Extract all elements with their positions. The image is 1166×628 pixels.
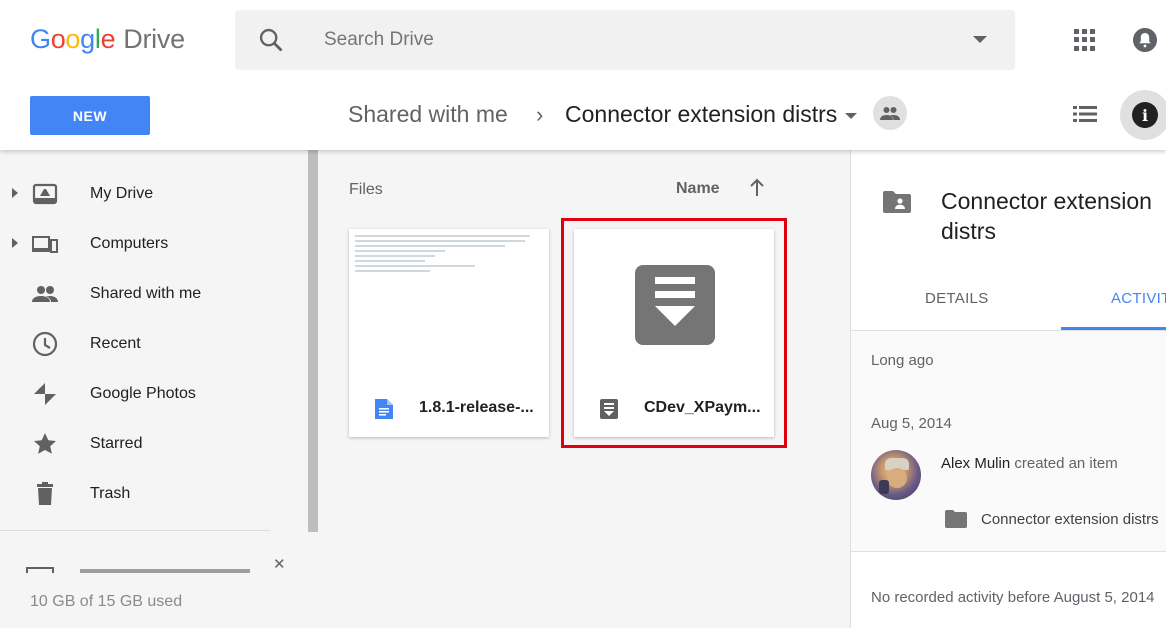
avatar[interactable] bbox=[871, 450, 921, 500]
sidebar: My Drive Computers Shared with me Recent… bbox=[0, 150, 318, 628]
folder-icon bbox=[945, 510, 967, 528]
sidebar-item-label: Trash bbox=[90, 485, 131, 502]
google-doc-icon bbox=[375, 399, 393, 419]
file-thumbnail bbox=[349, 229, 549, 379]
computers-icon bbox=[32, 236, 58, 253]
sidebar-item-label: Google Photos bbox=[90, 385, 196, 402]
activity-action: created an item bbox=[1014, 455, 1118, 472]
files-section-heading: Files bbox=[349, 181, 383, 198]
sort-by-name-button[interactable]: Name bbox=[676, 180, 720, 198]
people-icon bbox=[32, 286, 58, 302]
search-options-dropdown-icon[interactable] bbox=[973, 36, 987, 43]
tab-details[interactable]: DETAILS bbox=[925, 290, 989, 307]
breadcrumb-current-folder[interactable]: Connector extension distrs bbox=[565, 101, 837, 128]
storage-usage[interactable]: 10 GB of 15 GB used bbox=[30, 593, 182, 611]
folder-menu-caret-icon[interactable] bbox=[845, 113, 857, 119]
sidebar-divider bbox=[0, 530, 270, 531]
sidebar-item-computers[interactable]: Computers bbox=[0, 219, 300, 269]
selection-highlight-box bbox=[561, 218, 787, 448]
search-icon[interactable] bbox=[257, 26, 285, 54]
no-activity-note: No recorded activity before August 5, 20… bbox=[871, 589, 1155, 606]
breadcrumb-separator-icon: › bbox=[536, 102, 544, 127]
view-details-button[interactable]: i bbox=[1120, 90, 1166, 140]
expand-arrow-icon[interactable] bbox=[12, 238, 18, 248]
sidebar-item-my-drive[interactable]: My Drive bbox=[0, 169, 300, 219]
details-panel: Connector extension distrs DETAILS ACTIV… bbox=[850, 150, 1166, 628]
apps-grid-icon[interactable] bbox=[1074, 29, 1096, 51]
file-card-release-doc[interactable]: 1.8.1-release-... bbox=[349, 229, 549, 437]
sidebar-item-starred[interactable]: Starred bbox=[0, 419, 300, 469]
info-icon: i bbox=[1132, 102, 1158, 128]
search-input[interactable]: Search Drive bbox=[324, 29, 434, 51]
search-bar[interactable]: Search Drive bbox=[235, 10, 1015, 70]
activity-period-heading: Long ago bbox=[871, 352, 934, 369]
tab-activity[interactable]: ACTIVITY bbox=[1111, 290, 1166, 307]
top-bar: Google Drive Search Drive NEW Shared with… bbox=[0, 0, 1166, 150]
close-icon[interactable]: ✕ bbox=[273, 555, 286, 573]
sort-ascending-arrow-icon[interactable] bbox=[748, 178, 766, 198]
google-drive-logo[interactable]: Google Drive bbox=[30, 24, 185, 55]
drive-icon bbox=[32, 183, 58, 205]
details-title: Connector extension distrs bbox=[941, 188, 1152, 244]
sidebar-scrollbar[interactable] bbox=[308, 150, 318, 532]
activity-user-name[interactable]: Alex Mulin bbox=[941, 455, 1010, 472]
logo-drive-text: Drive bbox=[123, 24, 185, 54]
pinwheel-icon bbox=[34, 383, 56, 405]
list-view-icon[interactable] bbox=[1073, 104, 1097, 124]
file-name: 1.8.1-release-... bbox=[419, 399, 534, 416]
sidebar-item-recent[interactable]: Recent bbox=[0, 319, 300, 369]
star-icon bbox=[34, 433, 56, 454]
trash-icon bbox=[37, 482, 53, 505]
sidebar-item-google-photos[interactable]: Google Photos bbox=[0, 369, 300, 419]
sidebar-item-label: Shared with me bbox=[90, 285, 202, 302]
activity-item-link[interactable]: Connector extension distrs bbox=[981, 511, 1159, 528]
activity-date: Aug 5, 2014 bbox=[871, 415, 952, 432]
clock-icon bbox=[32, 331, 58, 357]
shared-folder-icon bbox=[883, 191, 911, 213]
sidebar-item-label: Starred bbox=[90, 435, 143, 452]
backup-promo-banner[interactable] bbox=[0, 553, 290, 573]
sidebar-item-label: Recent bbox=[90, 335, 141, 352]
shared-folder-people-icon[interactable] bbox=[873, 96, 907, 130]
expand-arrow-icon[interactable] bbox=[12, 188, 18, 198]
new-button[interactable]: NEW bbox=[30, 96, 150, 135]
sidebar-item-trash[interactable]: Trash bbox=[0, 469, 300, 519]
notifications-bell-icon[interactable] bbox=[1132, 26, 1158, 54]
sidebar-item-label: My Drive bbox=[90, 185, 154, 202]
activity-entry: Alex Mulin created an item bbox=[941, 455, 1118, 472]
file-list-area: Files Name 1.8.1-release-... CDev_XPaym.… bbox=[318, 150, 850, 628]
sidebar-item-shared-with-me[interactable]: Shared with me bbox=[0, 269, 300, 319]
sidebar-item-label: Computers bbox=[90, 235, 169, 252]
breadcrumb-shared-with-me[interactable]: Shared with me bbox=[348, 101, 508, 128]
activity-divider bbox=[851, 551, 1166, 552]
logo-google-text: Google bbox=[30, 24, 116, 54]
